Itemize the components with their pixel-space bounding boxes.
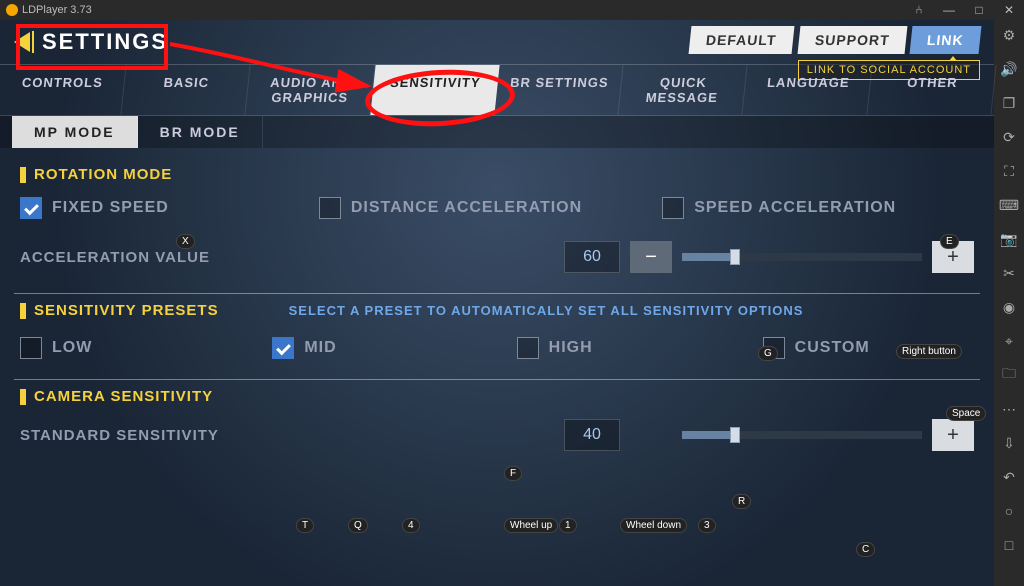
key-1[interactable]: 1 (559, 518, 577, 533)
std-sensitivity-slider[interactable] (682, 431, 922, 439)
window-lock-button[interactable]: ⑃ (904, 0, 934, 20)
rotation-section: ROTATION MODE FIXED SPEED DISTANCE ACCEL… (14, 158, 980, 294)
back-nav-icon[interactable]: ↶ (1000, 468, 1018, 486)
record-icon[interactable]: ◉ (1000, 298, 1018, 316)
key-t[interactable]: T (296, 518, 314, 533)
emulator-sidebar: ⚙ 🔊 ❐ ⟳ ⛶ ⌨ 📷 ✂ ◉ ⌖ 🗀 ⋯ ⇩ ↶ ○ □ (994, 20, 1024, 586)
volume-icon[interactable]: 🔊 (1000, 60, 1018, 78)
rotation-title: ROTATION MODE (34, 166, 172, 183)
key-x[interactable]: X (176, 234, 195, 249)
accel-slider[interactable] (682, 253, 922, 261)
fixed-speed-label: FIXED SPEED (52, 199, 169, 217)
home-icon[interactable]: ○ (1000, 502, 1018, 520)
location-icon[interactable]: ⌖ (1000, 332, 1018, 350)
tab-other[interactable]: OTHER (867, 65, 997, 115)
key-space[interactable]: Space (946, 406, 986, 421)
annotation-settings-box (16, 24, 168, 70)
speed-accel-label: SPEED ACCELERATION (694, 199, 896, 217)
accel-value-readout: 60 (564, 241, 620, 273)
speed-accel-checkbox[interactable] (662, 197, 684, 219)
key-right-button[interactable]: Right button (896, 344, 962, 359)
window-maximize-button[interactable]: □ (964, 0, 994, 20)
preset-custom-label: CUSTOM (795, 339, 870, 357)
gear-icon[interactable]: ⚙ (1000, 26, 1018, 44)
key-wheel-up[interactable]: Wheel up (504, 518, 558, 533)
camera-title: CAMERA SENSITIVITY (34, 388, 213, 405)
fixed-speed-checkbox[interactable] (20, 197, 42, 219)
multi-instance-icon[interactable]: ❐ (1000, 94, 1018, 112)
scissors-icon[interactable]: ✂ (1000, 264, 1018, 282)
recent-icon[interactable]: □ (1000, 536, 1018, 554)
key-c[interactable]: C (856, 542, 875, 557)
presets-hint: SELECT A PRESET TO AUTOMATICALLY SET ALL… (289, 303, 804, 318)
preset-high-label: HIGH (549, 339, 593, 357)
preset-mid-checkbox[interactable] (272, 337, 294, 359)
presets-section: SENSITIVITY PRESETS SELECT A PRESET TO A… (14, 294, 980, 380)
screenshot-icon[interactable]: 📷 (1000, 230, 1018, 248)
camera-section: CAMERA SENSITIVITY STANDARD SENSITIVITY … (14, 380, 980, 471)
preset-high-checkbox[interactable] (517, 337, 539, 359)
tab-controls[interactable]: CONTROLS (0, 65, 127, 115)
fullscreen-icon[interactable]: ⛶ (1000, 162, 1018, 180)
install-icon[interactable]: ⇩ (1000, 434, 1018, 452)
distance-accel-checkbox[interactable] (319, 197, 341, 219)
preset-mid-label: MID (304, 339, 336, 357)
default-button[interactable]: DEFAULT (689, 26, 794, 54)
window-close-button[interactable]: ✕ (994, 0, 1024, 20)
support-button[interactable]: SUPPORT (797, 26, 907, 54)
preset-low-checkbox[interactable] (20, 337, 42, 359)
link-button[interactable]: LINK (910, 26, 982, 54)
key-wheel-down[interactable]: Wheel down (620, 518, 687, 533)
key-4[interactable]: 4 (402, 518, 420, 533)
key-q[interactable]: Q (348, 518, 368, 533)
key-r[interactable]: R (732, 494, 751, 509)
settings-content: ROTATION MODE FIXED SPEED DISTANCE ACCEL… (0, 154, 994, 586)
presets-title: SENSITIVITY PRESETS (34, 302, 219, 319)
preset-low-label: LOW (52, 339, 92, 357)
accel-minus-button[interactable]: − (630, 241, 672, 273)
accel-value-label: ACCELERATION VALUE (20, 249, 564, 266)
keyboard-icon[interactable]: ⌨ (1000, 196, 1018, 214)
distance-accel-label: DISTANCE ACCELERATION (351, 199, 582, 217)
folder-icon[interactable]: 🗀 (1000, 366, 1018, 384)
sync-icon[interactable]: ⟳ (1000, 128, 1018, 146)
mode-subtabs: MP MODE BR MODE (0, 116, 994, 148)
annotation-arrow (168, 36, 378, 96)
key-f[interactable]: F (504, 466, 522, 481)
tab-quick-message[interactable]: QUICK MESSAGE (619, 65, 749, 115)
window-minimize-button[interactable]: — (934, 0, 964, 20)
std-sensitivity-label: STANDARD SENSITIVITY (20, 427, 564, 444)
std-sensitivity-plus-button[interactable]: + (932, 419, 974, 451)
key-3[interactable]: 3 (698, 518, 716, 533)
std-sensitivity-readout: 40 (564, 419, 620, 451)
key-g[interactable]: G (758, 346, 778, 361)
key-e[interactable]: E (940, 234, 959, 249)
ldplayer-logo (6, 4, 18, 16)
more-icon[interactable]: ⋯ (1000, 400, 1018, 418)
subtab-mp[interactable]: MP MODE (12, 116, 138, 148)
subtab-br[interactable]: BR MODE (138, 116, 263, 148)
app-title: LDPlayer 3.73 (22, 4, 92, 16)
tab-language[interactable]: LANGUAGE (743, 65, 873, 115)
